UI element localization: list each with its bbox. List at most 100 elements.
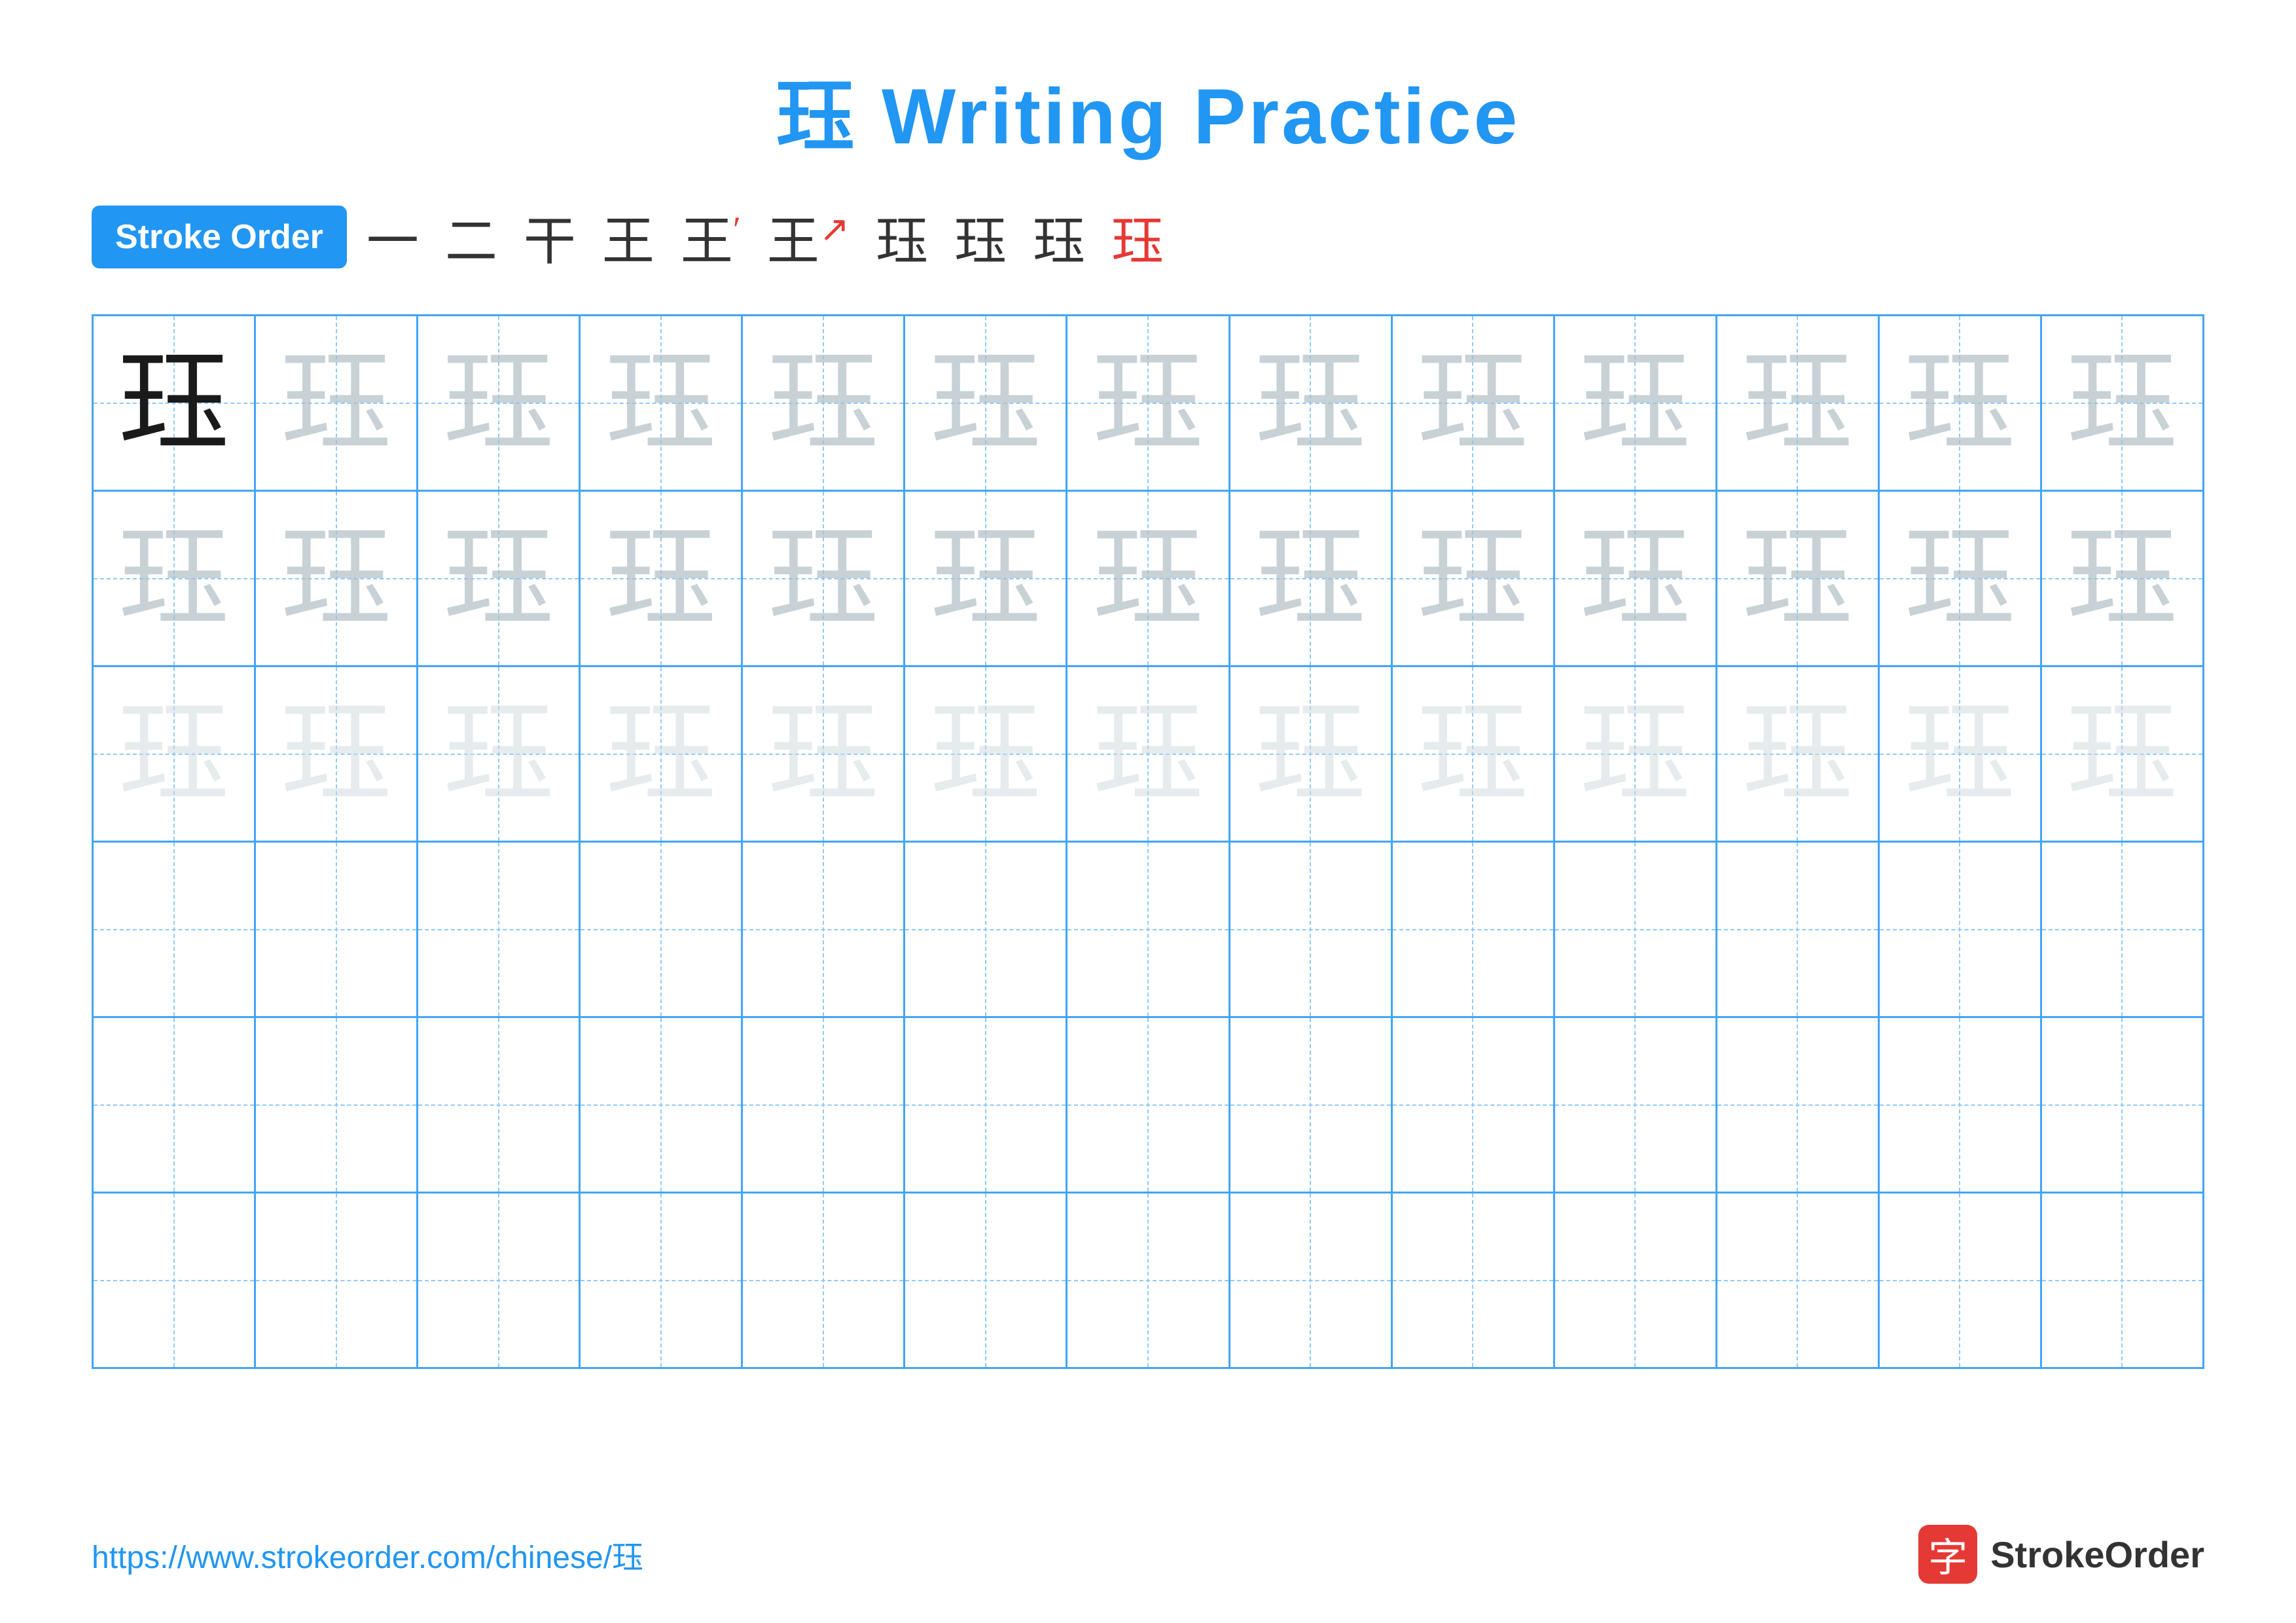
grid-cell-r2-c9[interactable]: 珏 (1393, 492, 1555, 665)
grid-row-1: 珏 珏 珏 珏 珏 珏 珏 珏 珏 (94, 316, 2202, 492)
grid-cell-r4-c1[interactable] (94, 843, 256, 1016)
grid-cell-r3-c9[interactable]: 珏 (1393, 667, 1555, 841)
grid-cell-r6-c12[interactable] (1880, 1194, 2042, 1367)
grid-cell-r4-c7[interactable] (1067, 843, 1230, 1016)
grid-cell-r4-c8[interactable] (1230, 843, 1393, 1016)
grid-cell-r3-c11[interactable]: 珏 (1717, 667, 1880, 841)
grid-cell-r1-c1[interactable]: 珏 (94, 316, 256, 490)
char-light: 珏 (1417, 348, 1528, 459)
grid-cell-r1-c12[interactable]: 珏 (1880, 316, 2042, 490)
grid-cell-r4-c11[interactable] (1717, 843, 1880, 1016)
grid-cell-r1-c4[interactable]: 珏 (581, 316, 743, 490)
grid-cell-r1-c2[interactable]: 珏 (256, 316, 418, 490)
grid-cell-r6-c7[interactable] (1067, 1194, 1230, 1367)
grid-cell-r4-c2[interactable] (256, 843, 418, 1016)
char-light: 珏 (1092, 523, 1204, 634)
grid-cell-r3-c8[interactable]: 珏 (1230, 667, 1393, 841)
grid-cell-r2-c2[interactable]: 珏 (256, 492, 418, 665)
grid-cell-r6-c3[interactable] (418, 1194, 581, 1367)
grid-cell-r2-c1[interactable]: 珏 (94, 492, 256, 665)
grid-cell-r5-c8[interactable] (1230, 1018, 1393, 1192)
grid-cell-r2-c7[interactable]: 珏 (1067, 492, 1230, 665)
grid-cell-r1-c6[interactable]: 珏 (905, 316, 1067, 490)
grid-cell-r1-c11[interactable]: 珏 (1717, 316, 1880, 490)
grid-cell-r2-c8[interactable]: 珏 (1230, 492, 1393, 665)
grid-cell-r3-c13[interactable]: 珏 (2042, 667, 2202, 841)
grid-cell-r6-c4[interactable] (581, 1194, 743, 1367)
grid-cell-r3-c7[interactable]: 珏 (1067, 667, 1230, 841)
char-lighter: 珏 (768, 699, 879, 810)
char-light: 珏 (930, 348, 1041, 459)
grid-cell-r4-c12[interactable] (1880, 843, 2042, 1016)
grid-cell-r3-c2[interactable]: 珏 (256, 667, 418, 841)
grid-cell-r5-c12[interactable] (1880, 1018, 2042, 1192)
grid-cell-r2-c10[interactable]: 珏 (1555, 492, 1717, 665)
stroke-2: 二 (445, 199, 497, 275)
char-lighter: 珏 (605, 699, 717, 810)
grid-cell-r4-c3[interactable] (418, 843, 581, 1016)
char-light: 珏 (605, 523, 717, 634)
char-light: 珏 (1417, 523, 1528, 634)
char-lighter: 珏 (443, 699, 554, 810)
grid-cell-r3-c4[interactable]: 珏 (581, 667, 743, 841)
grid-cell-r6-c11[interactable] (1717, 1194, 1880, 1367)
grid-cell-r3-c3[interactable]: 珏 (418, 667, 581, 841)
grid-cell-r3-c5[interactable]: 珏 (743, 667, 905, 841)
grid-cell-r2-c5[interactable]: 珏 (743, 492, 905, 665)
grid-cell-r5-c10[interactable] (1555, 1018, 1717, 1192)
grid-cell-r5-c6[interactable] (905, 1018, 1067, 1192)
grid-cell-r5-c11[interactable] (1717, 1018, 1880, 1192)
grid-cell-r1-c3[interactable]: 珏 (418, 316, 581, 490)
grid-cell-r3-c10[interactable]: 珏 (1555, 667, 1717, 841)
grid-cell-r2-c11[interactable]: 珏 (1717, 492, 1880, 665)
char-lighter: 珏 (1255, 699, 1366, 810)
grid-cell-r2-c3[interactable]: 珏 (418, 492, 581, 665)
grid-cell-r1-c13[interactable]: 珏 (2042, 316, 2202, 490)
char-lighter: 珏 (930, 699, 1041, 810)
grid-cell-r2-c4[interactable]: 珏 (581, 492, 743, 665)
grid-cell-r6-c6[interactable] (905, 1194, 1067, 1367)
grid-cell-r5-c13[interactable] (2042, 1018, 2202, 1192)
char-light: 珏 (1742, 523, 1853, 634)
grid-cell-r3-c12[interactable]: 珏 (1880, 667, 2042, 841)
grid-cell-r6-c2[interactable] (256, 1194, 418, 1367)
char-light: 珏 (1904, 523, 2015, 634)
grid-cell-r6-c8[interactable] (1230, 1194, 1393, 1367)
grid-cell-r3-c6[interactable]: 珏 (905, 667, 1067, 841)
grid-cell-r1-c10[interactable]: 珏 (1555, 316, 1717, 490)
grid-cell-r2-c12[interactable]: 珏 (1880, 492, 2042, 665)
grid-cell-r4-c10[interactable] (1555, 843, 1717, 1016)
char-light: 珏 (930, 523, 1041, 634)
grid-cell-r1-c9[interactable]: 珏 (1393, 316, 1555, 490)
grid-cell-r5-c2[interactable] (256, 1018, 418, 1192)
footer-url[interactable]: https://www.strokeorder.com/chinese/珏 (92, 1531, 643, 1577)
grid-cell-r5-c9[interactable] (1393, 1018, 1555, 1192)
grid-cell-r2-c13[interactable]: 珏 (2042, 492, 2202, 665)
grid-cell-r5-c1[interactable] (94, 1018, 256, 1192)
char-light: 珏 (2066, 348, 2178, 459)
grid-cell-r6-c5[interactable] (743, 1194, 905, 1367)
grid-cell-r5-c3[interactable] (418, 1018, 581, 1192)
grid-cell-r6-c9[interactable] (1393, 1194, 1555, 1367)
grid-cell-r4-c13[interactable] (2042, 843, 2202, 1016)
grid-cell-r1-c7[interactable]: 珏 (1067, 316, 1230, 490)
grid-cell-r4-c5[interactable] (743, 843, 905, 1016)
grid-cell-r5-c4[interactable] (581, 1018, 743, 1192)
grid-cell-r6-c1[interactable] (94, 1194, 256, 1367)
grid-cell-r4-c4[interactable] (581, 843, 743, 1016)
grid-cell-r3-c1[interactable]: 珏 (94, 667, 256, 841)
grid-cell-r4-c9[interactable] (1393, 843, 1555, 1016)
grid-cell-r6-c13[interactable] (2042, 1194, 2202, 1367)
stroke-7: 珏 (876, 199, 928, 275)
page-title: 珏 Writing Practice (776, 52, 1520, 166)
grid-cell-r4-c6[interactable] (905, 843, 1067, 1016)
grid-cell-r2-c6[interactable]: 珏 (905, 492, 1067, 665)
char-light: 珏 (1579, 348, 1691, 459)
grid-cell-r1-c5[interactable]: 珏 (743, 316, 905, 490)
grid-cell-r5-c5[interactable] (743, 1018, 905, 1192)
footer-logo: 字 StrokeOrder (1918, 1525, 2204, 1584)
char-light: 珏 (1255, 523, 1366, 634)
grid-cell-r5-c7[interactable] (1067, 1018, 1230, 1192)
grid-cell-r6-c10[interactable] (1555, 1194, 1717, 1367)
grid-cell-r1-c8[interactable]: 珏 (1230, 316, 1393, 490)
